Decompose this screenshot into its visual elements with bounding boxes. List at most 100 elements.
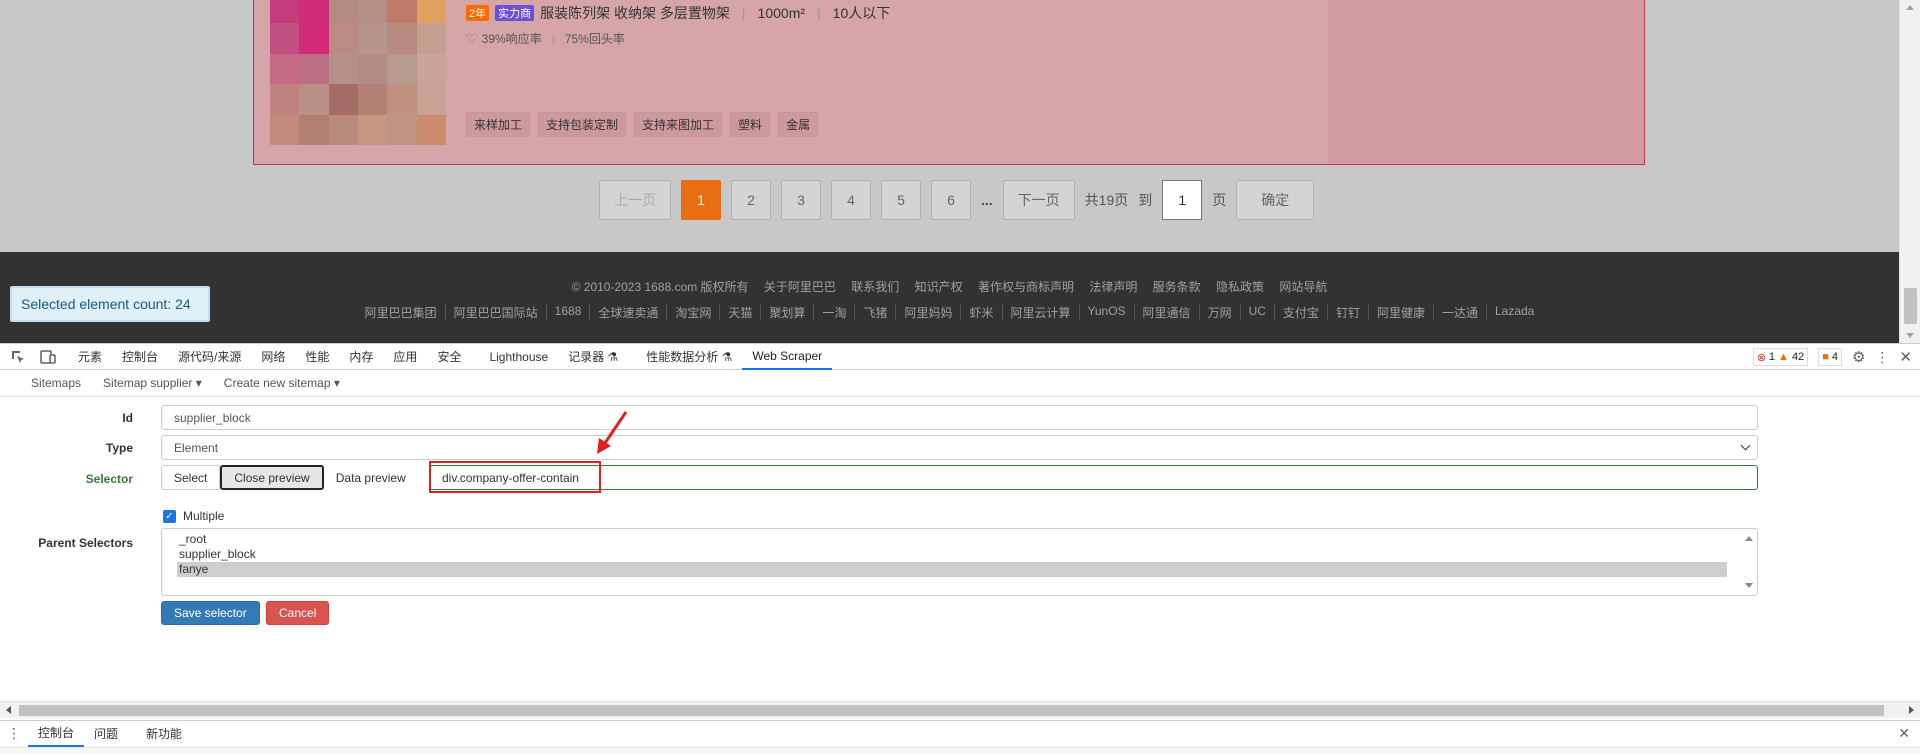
tab-performance-insights[interactable]: 性能数据分析 ⚗ (636, 344, 742, 370)
footer-link[interactable]: 一达通 (1432, 304, 1486, 321)
close-icon[interactable]: ✕ (1899, 348, 1912, 366)
device-toggle-icon[interactable] (40, 349, 56, 365)
footer-link[interactable]: 阿里巴巴国际站 (444, 304, 546, 321)
selected-element-count: Selected element count: 24 (10, 286, 210, 322)
nav-sitemaps[interactable]: Sitemaps (20, 376, 92, 390)
offer-card-highlighted[interactable]: 2年 实力商 服装陈列架 收纳架 多层置物架 | 1000m² | 10人以下 … (253, 0, 1645, 165)
tab-security[interactable]: 安全 (427, 344, 471, 370)
parent-option[interactable]: supplier_block (177, 547, 1727, 562)
offer-tags: 来样加工 支持包装定制 支持来图加工 塑料 金属 (466, 112, 819, 137)
parent-selectors-list[interactable]: _root supplier_block fanye (161, 528, 1758, 596)
issue-counters[interactable]: ⊗ 1 ▲ 42 (1752, 348, 1809, 366)
list-scrollbar[interactable] (1741, 529, 1757, 595)
parent-option-selected[interactable]: fanye (177, 562, 1727, 577)
page-button-1[interactable]: 1 (681, 180, 721, 220)
scroll-left-arrow-icon[interactable] (6, 706, 11, 714)
footer-link[interactable]: 一淘 (813, 304, 854, 321)
page-button-2[interactable]: 2 (731, 180, 771, 220)
settings-gear-icon[interactable]: ⚙ (1852, 348, 1865, 366)
scroll-down-arrow-icon[interactable] (1745, 583, 1753, 588)
tab-recorder[interactable]: 记录器 ⚗ (558, 344, 628, 370)
footer-link[interactable]: 钉钉 (1326, 304, 1368, 321)
scroll-right-arrow-icon[interactable] (1909, 706, 1914, 714)
inspect-element-icon[interactable] (10, 349, 26, 365)
tab-sources[interactable]: 源代码/来源 (168, 344, 251, 370)
footer-link[interactable]: 隐私政策 (1216, 280, 1264, 294)
scrollbar-thumb[interactable] (1904, 288, 1917, 324)
confirm-page-button[interactable]: 确定 (1236, 180, 1315, 220)
footer-link[interactable]: 1688 (545, 304, 590, 321)
nav-sitemap-supplier[interactable]: Sitemap supplier ▾ (92, 376, 213, 390)
prev-page-button[interactable]: 上一页 (599, 180, 671, 220)
scroll-down-arrow-icon[interactable] (1906, 333, 1914, 338)
tab-application[interactable]: 应用 (383, 344, 427, 370)
footer-link[interactable]: 淘宝网 (666, 304, 719, 321)
scroll-up-arrow-icon[interactable] (1906, 5, 1914, 10)
close-preview-button[interactable]: Close preview (220, 465, 324, 490)
next-page-button[interactable]: 下一页 (1002, 180, 1075, 220)
footer-link[interactable]: 天猫 (719, 304, 760, 321)
tab-lighthouse[interactable]: Lighthouse (479, 344, 558, 370)
footer-link[interactable]: 聚划算 (760, 304, 813, 321)
scrollbar-thumb[interactable] (19, 705, 1884, 716)
footer-link[interactable]: 著作权与商标声明 (978, 280, 1074, 294)
save-selector-button[interactable]: Save selector (161, 601, 260, 625)
page-button-6[interactable]: 6 (931, 180, 971, 220)
data-preview-button[interactable]: Data preview (323, 465, 418, 490)
close-drawer-icon[interactable]: ✕ (1898, 725, 1910, 742)
page-button-5[interactable]: 5 (881, 180, 921, 220)
id-input[interactable]: supplier_block (161, 405, 1758, 430)
tab-web-scraper[interactable]: Web Scraper (742, 344, 833, 370)
multiple-checkbox[interactable]: ✓ (163, 510, 176, 523)
tab-network[interactable]: 网络 (251, 344, 295, 370)
offer-right-panel (1328, 0, 1644, 164)
type-select[interactable]: Element (161, 435, 1758, 460)
footer-link[interactable]: 阿里云计算 (1001, 304, 1079, 321)
page-button-3[interactable]: 3 (781, 180, 821, 220)
page-vertical-scrollbar[interactable] (1899, 0, 1920, 343)
footer-link[interactable]: 飞猪 (854, 304, 895, 321)
drawer-tab-console[interactable]: 控制台 (28, 721, 85, 747)
tab-console[interactable]: 控制台 (112, 344, 168, 370)
cancel-button[interactable]: Cancel (266, 601, 330, 625)
nav-create-sitemap[interactable]: Create new sitemap ▾ (213, 376, 351, 390)
footer-link[interactable]: YunOS (1078, 304, 1134, 321)
selector-input[interactable]: div.company-offer-contain (429, 465, 1758, 490)
footer-link[interactable]: 阿里巴巴集团 (357, 304, 445, 321)
footer-link[interactable]: 全球速卖通 (589, 304, 666, 321)
devtools-drawer-tabs: ⋮ 控制台 问题 新功能 ✕ (0, 720, 1920, 747)
offer-title[interactable]: 服装陈列架 收纳架 多层置物架 (540, 3, 730, 23)
tab-elements[interactable]: 元素 (68, 344, 112, 370)
info-counter[interactable]: ■ 4 (1818, 348, 1842, 366)
page-button-4[interactable]: 4 (831, 180, 871, 220)
parent-option[interactable]: _root (177, 532, 1727, 547)
trust-badge: 实力商 (495, 5, 535, 21)
drawer-tab-whats-new[interactable]: 新功能 (136, 721, 192, 747)
footer-link[interactable]: Lazada (1485, 304, 1542, 321)
footer-link[interactable]: 虾米 (960, 304, 1001, 321)
footer-link[interactable]: 法律声明 (1089, 280, 1137, 294)
footer-link[interactable]: 阿里妈妈 (895, 304, 960, 321)
footer-link[interactable]: 网站导航 (1279, 280, 1327, 294)
tab-memory[interactable]: 内存 (339, 344, 383, 370)
select-button[interactable]: Select (161, 465, 221, 490)
footer-link[interactable]: 服务条款 (1153, 280, 1201, 294)
footer-link[interactable]: 阿里健康 (1367, 304, 1433, 321)
footer-link[interactable]: 知识产权 (915, 280, 963, 294)
footer-link[interactable]: 关于阿里巴巴 (764, 280, 836, 294)
footer-link[interactable]: 支付宝 (1273, 304, 1327, 321)
footer-link[interactable]: 万网 (1198, 304, 1240, 321)
webpage-viewport: 2年 实力商 服装陈列架 收纳架 多层置物架 | 1000m² | 10人以下 … (0, 0, 1899, 343)
page-number-input[interactable]: 1 (1162, 180, 1203, 220)
drawer-menu-icon[interactable]: ⋮ (0, 725, 28, 742)
drawer-tab-issues[interactable]: 问题 (84, 721, 128, 747)
product-image-blurred[interactable] (270, 0, 446, 145)
footer-link[interactable]: 联系我们 (851, 280, 899, 294)
more-options-icon[interactable]: ⋮ (1875, 349, 1889, 366)
type-select-value: Element (174, 440, 219, 455)
footer-link[interactable]: UC (1239, 304, 1274, 321)
scroll-up-arrow-icon[interactable] (1745, 536, 1753, 541)
tab-performance[interactable]: 性能 (295, 344, 339, 370)
horizontal-scrollbar[interactable] (0, 701, 1920, 718)
footer-link[interactable]: 阿里通信 (1133, 304, 1199, 321)
